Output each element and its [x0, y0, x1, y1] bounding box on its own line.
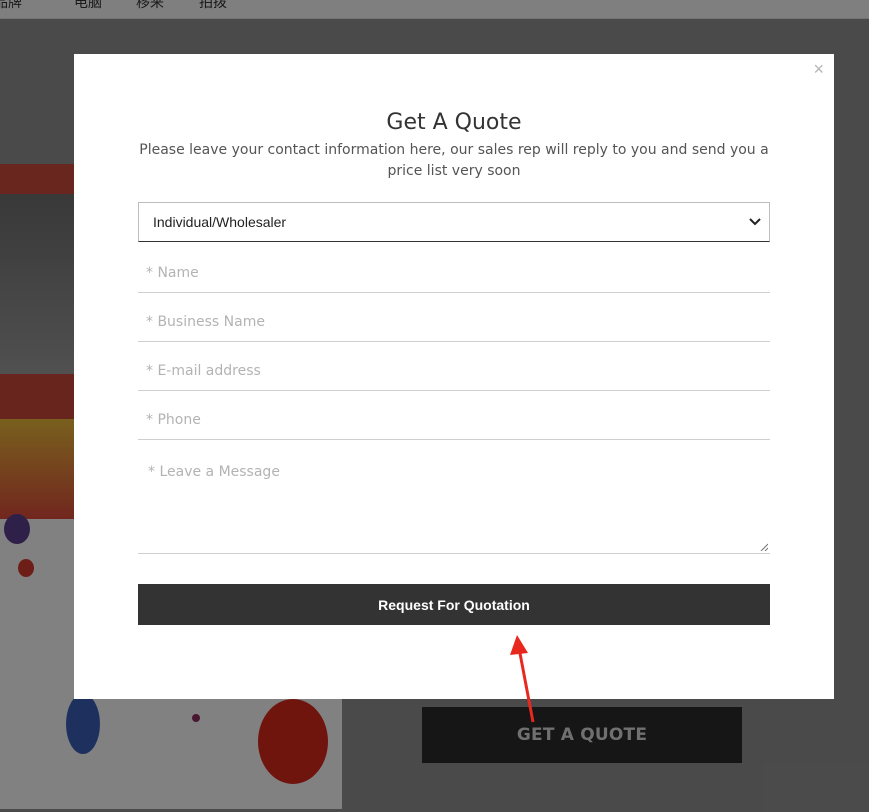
annotation-arrow-icon: [510, 635, 535, 723]
arrow-head: [510, 635, 528, 655]
arrow-shaft: [517, 647, 535, 723]
